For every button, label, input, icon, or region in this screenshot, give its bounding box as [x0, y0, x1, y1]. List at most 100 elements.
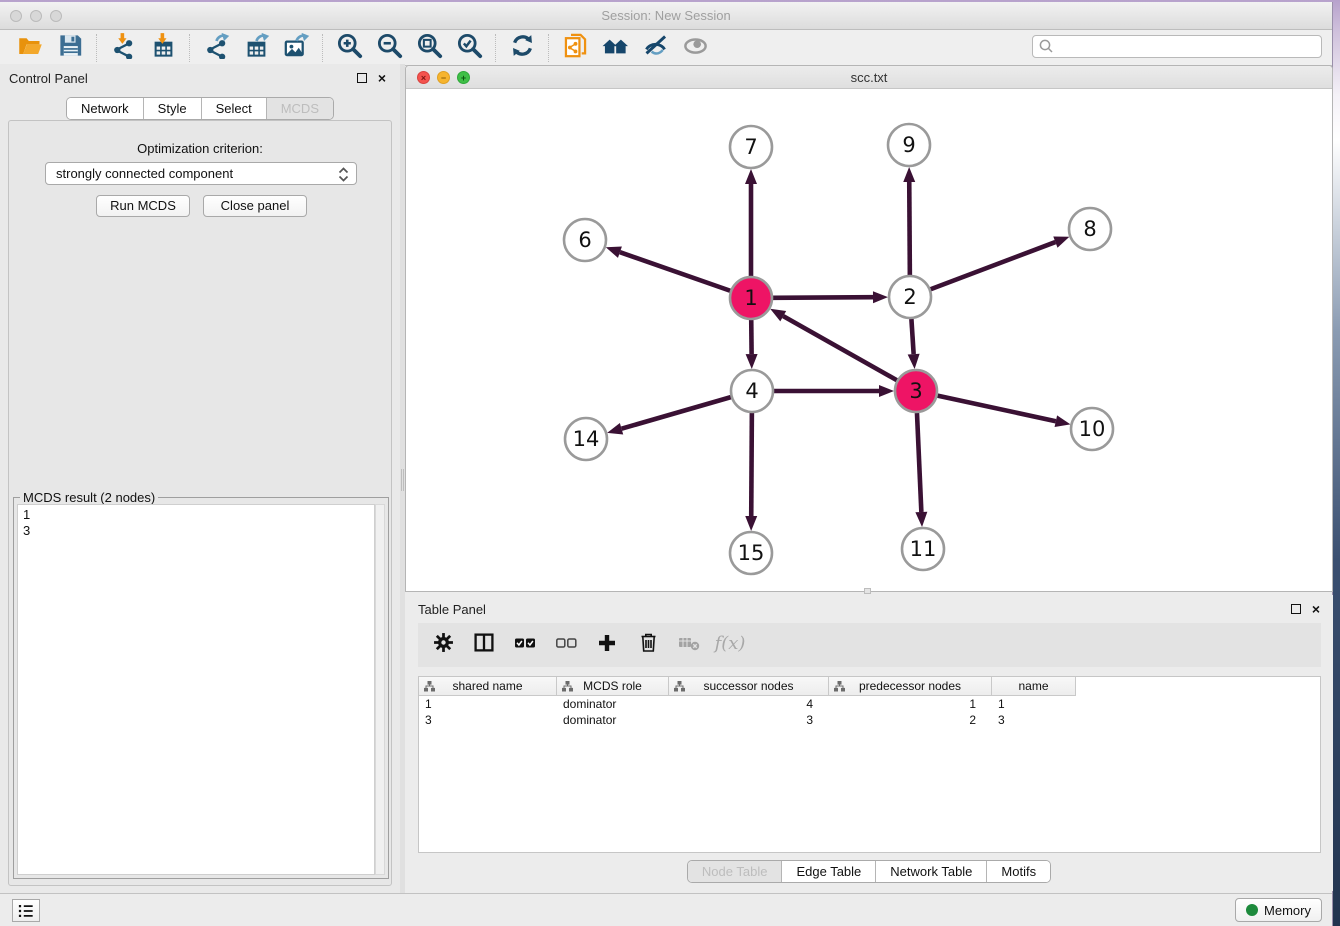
graph-node-9[interactable]: 9	[888, 124, 930, 166]
close-panel-icon[interactable]: ×	[378, 70, 386, 86]
table-cell[interactable]: 3	[669, 712, 829, 728]
graph-node-3[interactable]: 3	[895, 370, 937, 412]
task-history-button[interactable]	[12, 899, 40, 922]
graph-edge-1-2[interactable]	[773, 291, 888, 303]
delete-row-button[interactable]	[636, 634, 660, 656]
table-panel-title: Table Panel	[418, 602, 486, 617]
table-row[interactable]: 1dominator411	[419, 696, 1320, 712]
column-header-name[interactable]: name	[992, 677, 1076, 696]
graph-edge-4-15[interactable]	[745, 413, 757, 531]
table-cell[interactable]: 4	[669, 696, 829, 712]
column-header-MCDS-role[interactable]: MCDS role	[557, 677, 669, 696]
graph-node-1[interactable]: 1	[730, 277, 772, 319]
export-table-icon	[243, 32, 270, 64]
memory-label: Memory	[1264, 903, 1311, 918]
float-panel-icon[interactable]	[357, 73, 367, 83]
graph-edge-3-10[interactable]	[938, 396, 1071, 427]
table-cell[interactable]: 3	[992, 712, 1076, 728]
graph-edge-1-7[interactable]	[745, 169, 757, 276]
graph-edge-3-11[interactable]	[915, 413, 927, 527]
tab-mcds[interactable]: MCDS	[266, 98, 333, 119]
graph-node-6[interactable]: 6	[564, 219, 606, 261]
graph-edge-4-3[interactable]	[774, 385, 894, 397]
table-panel: Table Panel × f(x) shared nameMCDS roles…	[405, 595, 1333, 891]
graph-node-14[interactable]: 14	[565, 418, 607, 460]
node-table-header: shared name MCDS rolesuccessor nodesprede…	[419, 677, 1320, 696]
show-graphics-details-icon	[682, 32, 709, 64]
mcds-result-list[interactable]: 13	[17, 504, 375, 875]
tab-edge-table[interactable]: Edge Table	[781, 861, 875, 882]
zoom-selected-button[interactable]	[449, 33, 489, 63]
table-cell[interactable]: 1	[829, 696, 992, 712]
import-table-button[interactable]	[143, 33, 183, 63]
mcds-result-scrollbar[interactable]	[375, 504, 385, 875]
table-panel-tabs: Node TableEdge TableNetwork TableMotifs	[405, 860, 1333, 883]
table-cell[interactable]: 1	[992, 696, 1076, 712]
table-cell[interactable]: dominator	[557, 712, 669, 728]
save-session-button[interactable]	[50, 33, 90, 63]
graph-node-10[interactable]: 10	[1071, 408, 1113, 450]
new-network-from-selection-button[interactable]	[555, 33, 595, 63]
tab-select[interactable]: Select	[201, 98, 266, 119]
tab-network-table[interactable]: Network Table	[875, 861, 986, 882]
control-panel: Control Panel × NetworkStyleSelectMCDS O…	[0, 64, 400, 893]
graph-edge-3-1[interactable]	[770, 309, 897, 380]
import-network-button[interactable]	[103, 33, 143, 63]
import-table-icon	[150, 32, 177, 64]
column-views-button[interactable]	[472, 634, 496, 656]
search-input[interactable]	[1055, 37, 1321, 56]
mcds-panel: Optimization criterion: strongly connect…	[8, 120, 392, 886]
tab-motifs[interactable]: Motifs	[986, 861, 1050, 882]
graph-node-11[interactable]: 11	[902, 528, 944, 570]
deselect-all-button[interactable]	[554, 634, 578, 656]
table-row[interactable]: 3dominator323	[419, 712, 1320, 728]
criterion-select[interactable]: strongly connected component	[45, 162, 357, 185]
graph-edge-2-9[interactable]	[903, 167, 915, 275]
column-header-predecessor-nodes[interactable]: predecessor nodes	[829, 677, 992, 696]
graph-edge-2-3[interactable]	[908, 319, 920, 369]
refresh-button[interactable]	[502, 33, 542, 63]
tab-network[interactable]: Network	[67, 98, 143, 119]
graph-edge-4-14[interactable]	[607, 397, 731, 434]
tab-style[interactable]: Style	[143, 98, 201, 119]
graph-node-2[interactable]: 2	[889, 276, 931, 318]
zoom-out-button[interactable]	[369, 33, 409, 63]
zoom-in-button[interactable]	[329, 33, 369, 63]
graph-node-4[interactable]: 4	[731, 370, 773, 412]
table-cell[interactable]: dominator	[557, 696, 669, 712]
table-cell[interactable]: 1	[419, 696, 557, 712]
first-neighbors-button[interactable]	[595, 33, 635, 63]
mcds-result-item: 1	[23, 507, 374, 523]
show-graphics-details-button[interactable]	[675, 33, 715, 63]
export-image-button[interactable]	[276, 33, 316, 63]
graph-node-7[interactable]: 7	[730, 126, 772, 168]
table-options-button[interactable]	[431, 634, 455, 656]
graph-node-8[interactable]: 8	[1069, 208, 1111, 250]
graph-node-15[interactable]: 15	[730, 532, 772, 574]
graph-edge-1-6[interactable]	[606, 247, 730, 291]
window-title: Session: New Session	[0, 8, 1332, 23]
table-cell[interactable]: 2	[829, 712, 992, 728]
tab-node-table[interactable]: Node Table	[688, 861, 782, 882]
add-row-icon	[597, 633, 617, 658]
open-session-button[interactable]	[10, 33, 50, 63]
graph-edge-2-8[interactable]	[931, 236, 1070, 289]
column-header-successor-nodes[interactable]: successor nodes	[669, 677, 829, 696]
close-panel-button[interactable]: Close panel	[203, 195, 307, 217]
run-mcds-button[interactable]: Run MCDS	[96, 195, 190, 217]
add-row-button[interactable]	[595, 634, 619, 656]
network-resize-handle[interactable]	[864, 588, 871, 594]
show-hide-panels-button[interactable]	[635, 33, 675, 63]
network-canvas[interactable]: 7 9 6 8 1 2 4 3 14 10 15 11	[406, 89, 1332, 592]
table-close-panel-icon[interactable]: ×	[1312, 601, 1320, 617]
graph-edge-1-4[interactable]	[746, 320, 758, 369]
export-table-button[interactable]	[236, 33, 276, 63]
column-header-label: shared name	[452, 679, 522, 693]
export-network-button[interactable]	[196, 33, 236, 63]
select-all-button[interactable]	[513, 634, 537, 656]
table-cell[interactable]: 3	[419, 712, 557, 728]
table-float-panel-icon[interactable]	[1291, 604, 1301, 614]
column-header-shared-name[interactable]: shared name	[419, 677, 557, 696]
zoom-fit-button[interactable]	[409, 33, 449, 63]
memory-button[interactable]: Memory	[1235, 898, 1322, 922]
